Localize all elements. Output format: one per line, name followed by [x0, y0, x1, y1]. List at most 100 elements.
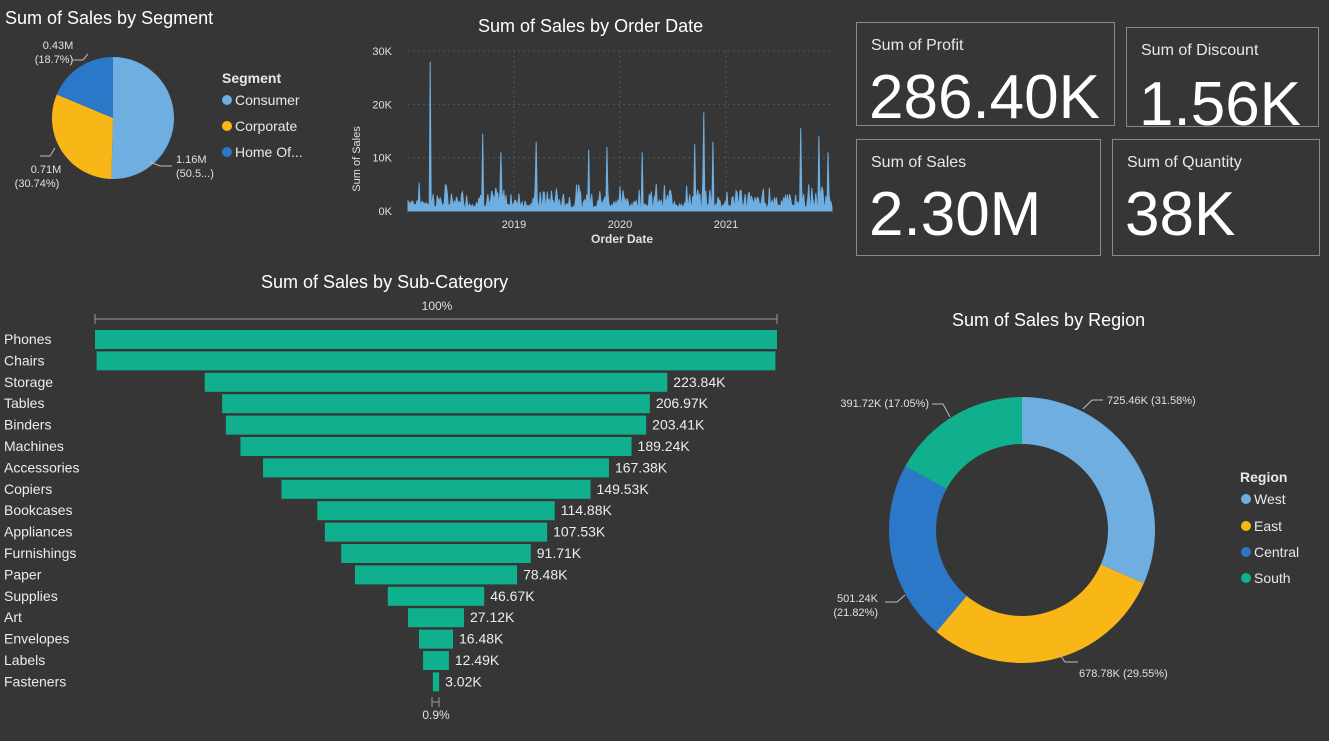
funnel-bar[interactable]	[204, 372, 668, 392]
orderdate-y-axis-label: Sum of Sales	[351, 126, 363, 192]
funnel-category-label: Appliances	[4, 524, 73, 540]
funnel-bar[interactable]	[432, 672, 440, 692]
funnel-value-label: 149.53K	[597, 481, 650, 497]
funnel-bar[interactable]	[407, 608, 465, 628]
funnel-value-label: 206.97K	[656, 395, 709, 411]
region-label-east: 678.78K (29.55%)	[1079, 668, 1168, 680]
funnel-bar[interactable]	[387, 586, 485, 606]
region-slice-east[interactable]	[936, 564, 1144, 663]
region-label-central-pct: (21.82%)	[833, 607, 878, 619]
segment-pie-chart: 0.43M (18.7%) 0.71M (30.74%) 1.16M (50.5…	[15, 40, 303, 190]
funnel-value-label: 46.67K	[490, 588, 535, 604]
funnel-category-label: Bookcases	[4, 502, 72, 518]
funnel-category-label: Furnishings	[4, 545, 76, 561]
discount-card-label: Sum of Discount	[1141, 42, 1259, 59]
quantity-card[interactable]: Sum of Quantity 38K	[1112, 139, 1320, 256]
funnel-bar[interactable]	[240, 437, 632, 456]
funnel-bottom-label: 0.9%	[422, 708, 450, 722]
funnel-bar[interactable]	[354, 565, 518, 585]
funnel-category-label: Copiers	[4, 481, 52, 497]
funnel-category-label: Storage	[4, 374, 53, 390]
segment-label-consumer-pct: (50.5...)	[176, 168, 214, 180]
funnel-value-label: 16.48K	[459, 631, 504, 647]
legend-corporate[interactable]: Corporate	[235, 118, 297, 134]
funnel-category-label: Supplies	[4, 588, 58, 604]
legend-dot-central	[1241, 547, 1251, 557]
funnel-category-label: Binders	[4, 417, 51, 433]
funnel-category-label: Accessories	[4, 459, 79, 475]
funnel-value-label: 223.84K	[673, 374, 726, 390]
segment-label-corporate-pct: (30.74%)	[15, 178, 60, 190]
funnel-value-label: 12.49K	[455, 652, 500, 668]
leader-line	[932, 403, 951, 418]
segment-chart-title: Sum of Sales by Segment	[5, 8, 214, 28]
legend-consumer[interactable]: Consumer	[235, 92, 300, 108]
orderdate-chart-title: Sum of Sales by Order Date	[478, 16, 704, 36]
legend-central[interactable]: Central	[1254, 544, 1299, 560]
region-slice-central[interactable]	[889, 466, 967, 632]
y-tick-label: 10K	[372, 153, 392, 165]
profit-card[interactable]: Sum of Profit 286.40K	[856, 22, 1115, 126]
funnel-bar[interactable]	[222, 394, 650, 414]
funnel-bar[interactable]	[423, 651, 449, 670]
discount-card[interactable]: Sum of Discount 1.56K	[1126, 27, 1319, 127]
subcategory-funnel-chart: 100% 0.9% Phones Chairs Storage 223.84K Tabl…	[4, 299, 778, 722]
sales-card[interactable]: Sum of Sales 2.30M	[856, 139, 1101, 256]
leader-line	[40, 147, 56, 157]
funnel-bar[interactable]	[95, 330, 777, 349]
region-slice-south[interactable]	[905, 397, 1022, 489]
discount-card-value: 1.56K	[1139, 70, 1302, 127]
orderdate-area-chart: 0K 10K 20K 30K 2019 2020 2021 Sum of Sales Or…	[351, 46, 833, 246]
legend-dot-south	[1241, 573, 1251, 583]
funnel-value-label: 114.88K	[561, 502, 613, 518]
orderdate-x-axis-label: Order Date	[591, 232, 653, 246]
sales-card-label: Sum of Sales	[871, 154, 967, 171]
funnel-bar[interactable]	[281, 479, 591, 499]
funnel-value-label: 78.48K	[523, 566, 568, 582]
region-chart-title: Sum of Sales by Region	[952, 310, 1146, 330]
segment-label-corporate-value: 0.71M	[31, 164, 62, 176]
funnel-value-label: 189.24K	[638, 438, 691, 454]
funnel-category-label: Tables	[4, 395, 44, 411]
segment-slice-0[interactable]	[111, 57, 175, 180]
y-tick-label: 20K	[372, 99, 392, 111]
funnel-category-label: Art	[4, 609, 22, 625]
legend-dot-corporate	[222, 121, 232, 131]
sales-card-value: 2.30M	[869, 180, 1042, 249]
funnel-value-label: 27.12K	[470, 609, 515, 625]
segment-label-homeoffice-value: 0.43M	[43, 40, 74, 52]
leader-line	[1082, 399, 1103, 410]
leader-line	[885, 594, 906, 603]
funnel-value-label: 3.02K	[445, 673, 482, 689]
y-tick-label: 30K	[372, 46, 392, 58]
funnel-bar[interactable]	[263, 458, 609, 478]
legend-west[interactable]: West	[1254, 491, 1286, 507]
quantity-card-value: 38K	[1125, 180, 1236, 249]
leader-line	[72, 53, 89, 61]
y-tick-label: 0K	[379, 206, 393, 218]
subcategory-chart-title: Sum of Sales by Sub-Category	[261, 272, 509, 292]
region-label-south: 391.72K (17.05%)	[840, 398, 929, 410]
legend-dot-consumer	[222, 95, 232, 105]
legend-dot-east	[1241, 521, 1251, 531]
x-tick-label: 2020	[608, 219, 632, 231]
x-tick-label: 2021	[714, 219, 738, 231]
funnel-category-label: Machines	[4, 438, 64, 454]
region-label-west: 725.46K (31.58%)	[1107, 395, 1196, 407]
funnel-bar[interactable]	[317, 501, 555, 521]
funnel-bar[interactable]	[341, 544, 531, 563]
legend-south[interactable]: South	[1254, 570, 1291, 586]
funnel-bar[interactable]	[418, 629, 454, 649]
region-slice-west[interactable]	[1022, 397, 1155, 584]
region-label-central-value: 501.24K	[837, 593, 879, 605]
legend-east[interactable]: East	[1254, 518, 1282, 534]
funnel-bar[interactable]	[96, 351, 776, 371]
funnel-value-label: 167.38K	[615, 459, 668, 475]
quantity-card-label: Sum of Quantity	[1127, 154, 1242, 171]
legend-home-office[interactable]: Home Of...	[235, 144, 303, 160]
funnel-value-label: 91.71K	[537, 545, 582, 561]
funnel-bar[interactable]	[225, 415, 647, 435]
funnel-bar[interactable]	[324, 522, 548, 542]
funnel-category-label: Labels	[4, 652, 45, 668]
funnel-value-label: 203.41K	[652, 417, 705, 433]
